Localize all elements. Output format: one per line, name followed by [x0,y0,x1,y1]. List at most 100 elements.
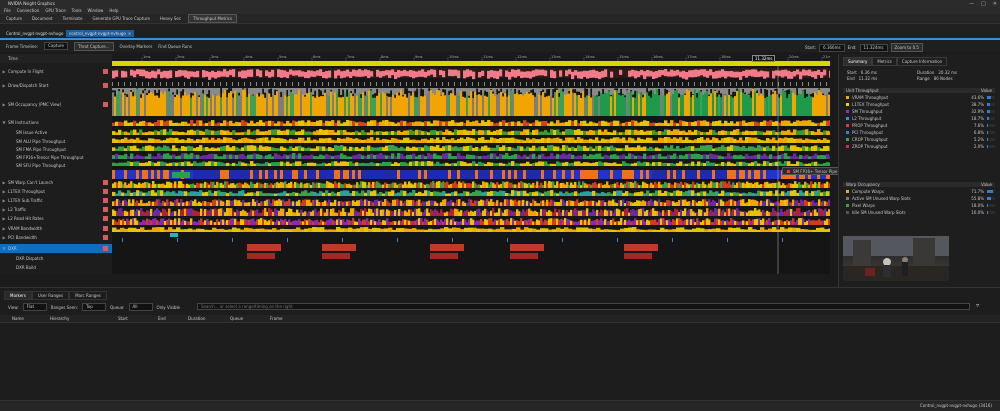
timeline-row[interactable]: ▶L1TEX Sub Traffic [0,196,112,205]
menu-file[interactable]: File [4,8,11,13]
metric-row[interactable]: PCI Throughput6.8% [843,129,995,135]
end-field[interactable]: 11.324ms [860,44,888,52]
menu-help[interactable]: Help [109,8,118,13]
col-duration[interactable]: Duration [188,316,205,321]
menu-connection[interactable]: Connection [17,8,40,13]
warp-occupancy-header[interactable]: Warp Occupancy Value [843,182,995,187]
queue-filter-select[interactable]: All [129,303,153,311]
menu-window[interactable]: Window [88,8,104,13]
row-flag-icon[interactable] [103,216,108,221]
expand-icon[interactable]: ▶ [0,207,8,212]
metric-row[interactable]: Active SM Unused Warp Slots55.8% [843,195,995,201]
metric-row[interactable]: Compute Warps71.7% [843,188,995,194]
timeline-row[interactable]: ▶PCI Bandwidth [0,233,112,242]
sm-issue-bar [169,129,172,135]
expand-icon[interactable]: ▶ [0,180,8,185]
tab-user-ranges[interactable]: User Ranges [32,291,69,300]
col-start[interactable]: Start [118,316,128,321]
find-queue-runs-button[interactable]: Find Queue Runs [158,44,192,49]
timeline-row[interactable]: ▶Compute In Flight [0,67,112,76]
row-flag-icon[interactable] [103,207,108,212]
timeline-row[interactable]: SM Issue Active [0,128,112,137]
only-visible-checkbox[interactable]: Only Visible [157,305,181,310]
expand-icon[interactable]: ▶ [0,102,8,107]
expand-icon[interactable]: ▶ [0,69,8,74]
timeline-tracks[interactable] [112,54,830,274]
filter-icon[interactable]: ⛛ [976,303,979,308]
collapse-icon[interactable]: ▼ [0,246,8,251]
menu-tools[interactable]: Tools [72,8,82,13]
col-name[interactable]: Name [12,316,24,321]
timeline-row[interactable]: ▼SM Instructions [0,118,112,127]
metric-row[interactable]: Idle SM Unused Warp Slots16.0% [843,209,995,215]
zoom-button[interactable]: Zoom to 0.5 [891,43,923,52]
row-flag-icon[interactable] [103,189,108,194]
expand-icon[interactable]: ▶ [0,189,8,194]
metric-row[interactable]: PROP Throughput7.6% [843,122,995,128]
close-icon[interactable]: × [128,31,131,36]
metric-row[interactable]: CROP Throughput5.2% [843,136,995,142]
metric-row[interactable]: ZROP Throughput2.0% [843,143,995,149]
timeline-row[interactable]: ▶L2 Traffic [0,205,112,214]
ranges-filter-select[interactable]: Top [82,303,106,311]
col-end[interactable]: End [158,316,166,321]
row-flag-icon[interactable] [103,69,108,74]
tab-metrics[interactable]: Metrics [872,57,897,66]
timeline-row[interactable]: ▶L1TEX Throughput [0,187,112,196]
tab-summary[interactable]: Summary [843,57,872,66]
timeline-row[interactable]: ▶Draw/Dispatch Start [0,81,112,90]
metric-row[interactable]: L2 Throughput18.7% [843,115,995,121]
timeline-row[interactable]: DXR Dispatch [0,254,112,263]
col-queue[interactable]: Queue [230,316,243,321]
metric-row[interactable]: VRAM Throughput43.6% [843,94,995,100]
metric-row[interactable]: Pixel Warps18.0% [843,202,995,208]
view-filter-select[interactable]: Flat [23,303,47,311]
tab-markers[interactable]: Markers [4,291,32,300]
overlay-markers-button[interactable]: Overlay Markers [120,44,153,49]
timeline-row[interactable]: ▶SM Warp Can't Launch [0,178,112,187]
frame-thumbnail[interactable] [843,236,949,281]
tab-marc-ranges[interactable]: Marc Ranges [69,291,107,300]
tab-capture-information[interactable]: Capture Information [897,57,947,66]
timeline-row[interactable]: ▶SM Occupancy (PMC View) [0,100,112,109]
timeline-row[interactable]: SM SFU Pipe Throughput [0,161,112,170]
timeline-row[interactable]: ▼DXR [0,244,112,253]
view-select[interactable]: Throughput Metrics [188,14,237,23]
menu-gpu-trace[interactable]: GPU Trace [45,8,65,13]
frame-select[interactable]: Capture [44,42,68,50]
timeline-row[interactable]: DXR Build [0,263,112,272]
metric-row[interactable]: L1TEX Throughput38.7% [843,101,995,107]
metric-row[interactable]: SM Throughput32.9% [843,108,995,114]
row-flag-icon[interactable] [103,180,108,185]
row-flag-icon[interactable] [103,246,108,251]
markers-search-input[interactable]: Search... or select a range/timing on th… [197,303,970,310]
expand-icon[interactable]: ▶ [0,235,8,240]
timeline-row[interactable]: ▶L2 Read Hit Rates [0,214,112,223]
capture-button[interactable]: Capture [3,15,25,22]
minimize-button[interactable]: — [969,1,974,7]
row-flag-icon[interactable] [103,198,108,203]
col-hierarchy[interactable]: Hierarchy [50,316,69,321]
doc-tab-2[interactable]: control_nvgpt-nvgpt-nvhugo × [66,30,134,37]
expand-icon[interactable]: ▶ [0,216,8,221]
document-button[interactable]: Document [29,15,56,22]
expand-icon[interactable]: ▶ [0,226,8,231]
row-flag-icon[interactable] [103,83,108,88]
row-flag-icon[interactable] [103,102,108,107]
expand-icon[interactable]: ▶ [0,83,8,88]
row-flag-icon[interactable] [103,226,108,231]
unit-throughput-header[interactable]: Unit Throughput Value [843,88,995,93]
doc-tab-1[interactable]: Control_nvgpt-nvgpt-nvhugo × [3,30,72,37]
row-flag-icon[interactable] [103,235,108,240]
close-window-button[interactable]: ✕ [993,1,997,7]
expand-icon[interactable]: ▶ [0,198,8,203]
timeline-row[interactable]: ▶VRAM Bandwidth [0,224,112,233]
terminate-button[interactable]: Terminate [60,15,86,22]
sm-alu-bar [424,139,427,143]
collapse-icon[interactable]: ▼ [0,120,8,125]
start-field[interactable]: 6.366ms [819,44,844,52]
col-frame[interactable]: Frame [270,316,282,321]
maximize-button[interactable]: □ [981,1,986,7]
throt-capture-button[interactable]: Throt Capture... [74,42,114,51]
generate-trace-button[interactable]: Generate GPU Trace Capture [89,15,152,22]
